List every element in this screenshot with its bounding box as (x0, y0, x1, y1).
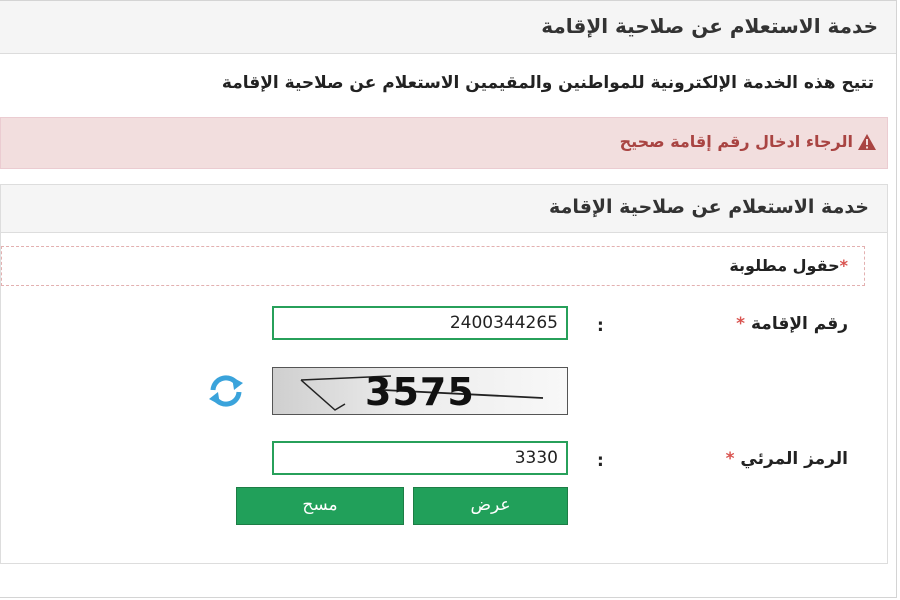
captcha-code: 3575 (365, 370, 475, 414)
captcha-input[interactable] (272, 441, 568, 475)
required-star: * (725, 449, 735, 469)
iqama-number-input[interactable] (272, 306, 568, 340)
clear-button[interactable]: مسح (236, 487, 404, 525)
required-star: * (839, 256, 848, 275)
panel-header: خدمة الاستعلام عن صلاحية الإقامة (1, 185, 887, 233)
page-header: خدمة الاستعلام عن صلاحية الإقامة (0, 1, 896, 54)
iqama-number-label: رقم الإقامة * (736, 314, 848, 334)
captcha-image: 3575 (272, 367, 568, 415)
required-fields-note: *حقول مطلوبة (1, 246, 865, 286)
alert-message: الرجاء ادخال رقم إقامة صحيح (619, 132, 853, 151)
submit-button[interactable]: عرض (413, 487, 568, 525)
iqama-colon: : (597, 316, 604, 336)
required-star: * (736, 314, 746, 334)
service-description: تتيح هذه الخدمة الإلكترونية للمواطنين وا… (221, 73, 874, 93)
captcha-colon: : (597, 451, 604, 471)
required-note-text: حقول مطلوبة (729, 256, 840, 275)
page-title: خدمة الاستعلام عن صلاحية الإقامة (541, 14, 878, 38)
error-alert: الرجاء ادخال رقم إقامة صحيح (0, 117, 888, 169)
panel-title: خدمة الاستعلام عن صلاحية الإقامة (549, 196, 869, 218)
warning-icon (858, 134, 876, 150)
refresh-captcha-icon[interactable] (205, 374, 247, 408)
captcha-label: الرمز المرئي * (725, 449, 848, 469)
